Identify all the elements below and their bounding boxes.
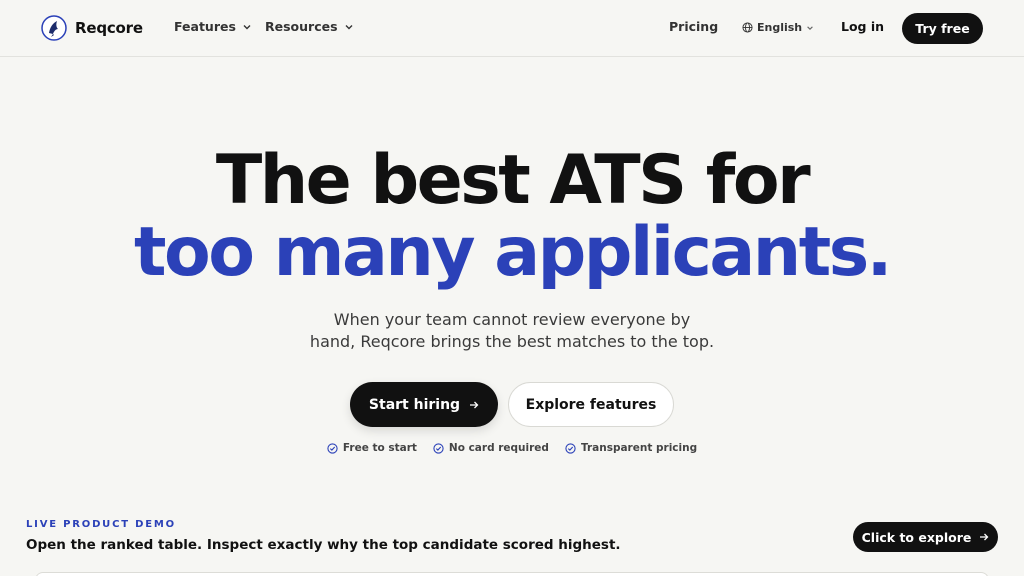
check-circle-icon	[327, 442, 338, 454]
perk-label: No card required	[448, 442, 549, 454]
demo-panel[interactable]	[35, 572, 989, 576]
perk-label: Free to start	[342, 442, 417, 454]
nav-resources-label: Resources	[265, 19, 338, 34]
click-to-explore-label: Click to explore	[861, 529, 972, 545]
check-circle-icon	[433, 442, 444, 454]
explore-features-button[interactable]: Explore features	[508, 382, 674, 427]
hero-headline-line1: The best ATS for	[215, 141, 811, 220]
hero-subtitle-line1: When your team cannot review everyone by	[333, 310, 691, 329]
hero-subtitle: When your team cannot review everyone by…	[0, 309, 1024, 353]
arrow-right-icon	[470, 401, 479, 408]
nav-pricing-link[interactable]: Pricing	[669, 19, 718, 34]
brand-logo[interactable]: Reqcore	[41, 15, 143, 41]
click-to-explore-button[interactable]: Click to explore	[853, 522, 998, 552]
logo-bird-icon	[41, 15, 67, 41]
language-selector[interactable]: English	[742, 21, 814, 34]
arrow-right-icon	[980, 533, 989, 541]
hero-subtitle-line2: hand, Reqcore brings the best matches to…	[309, 332, 715, 351]
brand-name: Reqcore	[75, 19, 143, 37]
nav-features-menu[interactable]: Features	[174, 19, 252, 34]
perk-item: Free to start	[327, 442, 417, 454]
top-navigation: Reqcore Features Resources Pricing Engli…	[0, 0, 1024, 57]
nav-pricing-label: Pricing	[669, 19, 719, 34]
chevron-down-icon	[243, 24, 251, 29]
demo-eyebrow: LIVE PRODUCT DEMO	[26, 519, 176, 530]
login-link[interactable]: Log in	[841, 19, 884, 34]
nav-features-label: Features	[174, 19, 236, 34]
language-label: English	[757, 21, 803, 34]
perk-label: Transparent pricing	[580, 442, 698, 454]
demo-description: Open the ranked table. Inspect exactly w…	[26, 537, 621, 553]
hero-headline-line2: too many applicants.	[133, 213, 893, 292]
perk-item: No card required	[433, 442, 549, 454]
globe-icon	[742, 22, 753, 33]
check-circle-icon	[565, 442, 576, 454]
start-hiring-label: Start hiring	[368, 396, 461, 413]
try-free-button[interactable]: Try free	[902, 13, 983, 44]
hero-perks: Free to start No card required Transpare…	[0, 442, 1024, 454]
start-hiring-button[interactable]: Start hiring	[350, 382, 498, 427]
perk-item: Transparent pricing	[565, 442, 697, 454]
chevron-down-icon	[345, 24, 353, 29]
nav-resources-menu[interactable]: Resources	[265, 19, 354, 34]
chevron-down-icon	[807, 25, 813, 30]
